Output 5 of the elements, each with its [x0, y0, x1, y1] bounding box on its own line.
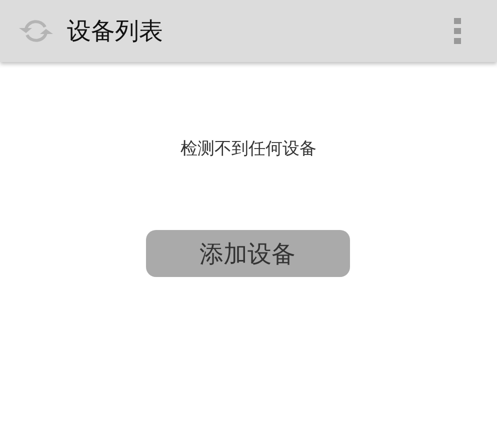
empty-message: 检测不到任何设备: [180, 138, 316, 160]
app-title: 设备列表: [67, 16, 163, 47]
overflow-menu-icon[interactable]: [454, 18, 462, 44]
add-device-button[interactable]: 添加设备: [146, 230, 350, 277]
refresh-icon[interactable]: [18, 18, 54, 44]
